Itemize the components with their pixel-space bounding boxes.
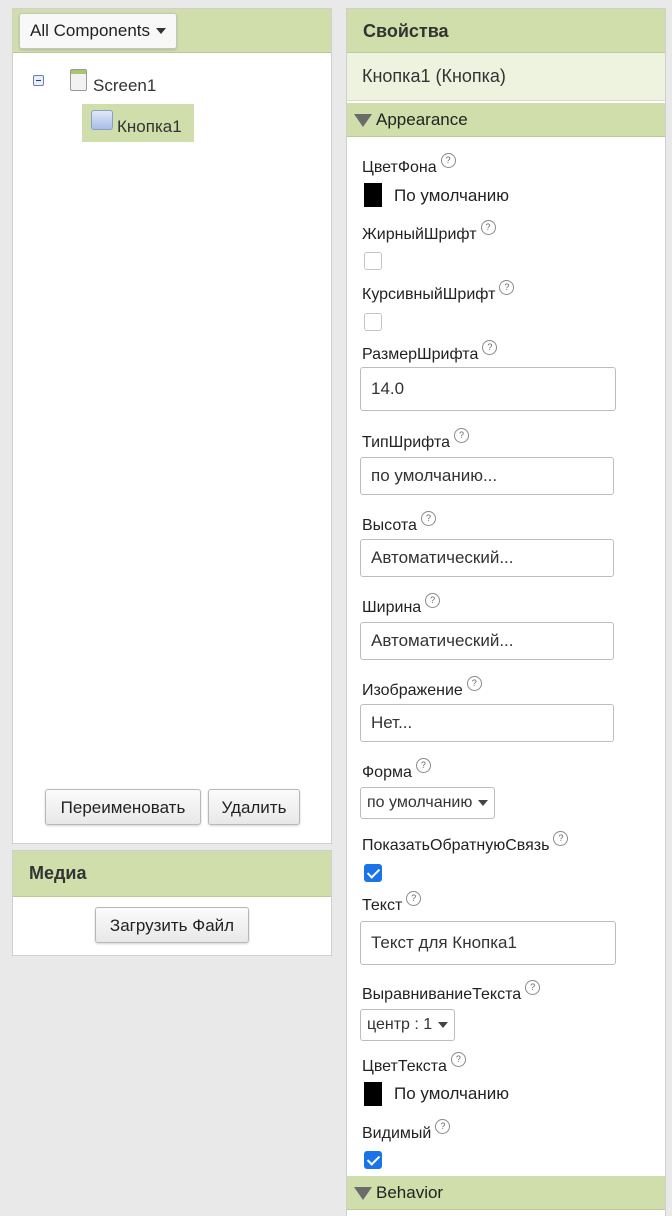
shape-select-value: по умолчанию: [367, 794, 473, 811]
upload-file-button[interactable]: Загрузить Файл: [95, 907, 249, 943]
bold-checkbox[interactable]: [364, 252, 382, 270]
help-icon[interactable]: ?: [525, 980, 541, 995]
properties-panel: Свойства Кнопка1 (Кнопка) Appearance Цве…: [346, 8, 666, 1216]
chevron-down-icon: [156, 28, 167, 34]
prop-bold-label: ЖирныйШрифт?: [362, 220, 496, 244]
section-appearance[interactable]: Appearance: [347, 103, 665, 137]
help-icon[interactable]: ?: [415, 758, 431, 773]
help-icon[interactable]: ?: [406, 891, 422, 906]
font-size-input[interactable]: 14.0: [360, 367, 616, 411]
delete-button[interactable]: Удалить: [208, 789, 300, 825]
width-picker[interactable]: Автоматический...: [360, 622, 614, 660]
help-icon[interactable]: ?: [425, 593, 441, 608]
help-icon[interactable]: ?: [450, 1052, 466, 1067]
font-type-picker[interactable]: по умолчанию...: [360, 457, 614, 495]
prop-font-type-label: ТипШрифта?: [362, 428, 470, 452]
text-align-select[interactable]: центр : 1: [360, 1009, 456, 1041]
help-icon[interactable]: ?: [480, 220, 496, 235]
bg-color-value[interactable]: По умолчанию: [394, 186, 509, 206]
section-appearance-label: Appearance: [376, 110, 468, 129]
height-picker[interactable]: Автоматический...: [360, 539, 614, 577]
tree-node-screen1[interactable]: Screen1: [93, 76, 156, 96]
text-color-swatch[interactable]: [364, 1082, 382, 1106]
visible-checkbox[interactable]: [364, 1151, 382, 1169]
image-picker[interactable]: Нет...: [360, 704, 614, 742]
help-icon[interactable]: ?: [435, 1119, 451, 1134]
help-icon[interactable]: ?: [454, 428, 470, 443]
prop-width-label: Ширина?: [362, 593, 441, 617]
italic-checkbox[interactable]: [364, 313, 382, 331]
section-behavior-label: Behavior: [376, 1183, 444, 1202]
collapse-icon[interactable]: [33, 75, 44, 86]
prop-shape-label: Форма?: [362, 758, 431, 782]
all-components-dropdown[interactable]: All Components: [19, 13, 178, 49]
prop-italic-label: КурсивныйШрифт?: [362, 280, 515, 304]
prop-text-label: Текст?: [362, 891, 422, 915]
media-panel: Медиа Загрузить Файл: [12, 850, 332, 956]
selected-component-name: Кнопка1 (Кнопка): [362, 66, 506, 86]
media-header: Медиа: [13, 851, 331, 897]
help-icon[interactable]: ?: [440, 153, 456, 168]
prop-show-feedback-label: ПоказатьОбратнуюСвязь?: [362, 831, 569, 855]
help-icon[interactable]: ?: [420, 511, 436, 526]
media-title: Медиа: [29, 863, 87, 883]
selected-component-header: Кнопка1 (Кнопка): [347, 53, 665, 101]
properties-title: Свойства: [363, 21, 449, 41]
prop-visible-label: Видимый?: [362, 1119, 451, 1143]
properties-header: Свойства: [347, 9, 665, 53]
tree-header: All Components: [13, 9, 331, 53]
chevron-down-icon: [438, 1022, 449, 1028]
prop-text-color-label: ЦветТекста?: [362, 1052, 466, 1076]
prop-text-align-label: ВыравниваниеТекста?: [362, 980, 541, 1004]
section-behavior[interactable]: Behavior: [347, 1176, 665, 1210]
components-tree-panel: All Components Screen1 Кнопка1 Переимено…: [12, 8, 332, 844]
chevron-down-icon: [478, 800, 489, 806]
help-icon[interactable]: ?: [466, 676, 482, 691]
dropdown-label: All Components: [30, 21, 151, 40]
help-icon[interactable]: ?: [482, 340, 498, 355]
button-component-icon: [91, 110, 113, 130]
text-align-select-value: центр : 1: [367, 1016, 433, 1033]
triangle-down-icon: [354, 114, 372, 127]
help-icon[interactable]: ?: [553, 831, 569, 846]
screen-icon: [70, 69, 87, 91]
prop-image-label: Изображение?: [362, 676, 482, 700]
rename-button[interactable]: Переименовать: [45, 789, 201, 825]
bg-color-swatch[interactable]: [364, 183, 382, 207]
prop-height-label: Высота?: [362, 511, 436, 535]
text-input[interactable]: Текст для Кнопка1: [360, 921, 616, 965]
triangle-down-icon: [354, 1187, 372, 1200]
text-color-value[interactable]: По умолчанию: [394, 1084, 509, 1104]
show-feedback-checkbox[interactable]: [364, 864, 382, 882]
tree-node-knopka1[interactable]: Кнопка1: [117, 117, 182, 137]
prop-bg-color-label: ЦветФона?: [362, 153, 456, 177]
help-icon[interactable]: ?: [499, 280, 515, 295]
shape-select[interactable]: по умолчанию: [360, 787, 496, 819]
prop-font-size-label: РазмерШрифта?: [362, 340, 498, 364]
